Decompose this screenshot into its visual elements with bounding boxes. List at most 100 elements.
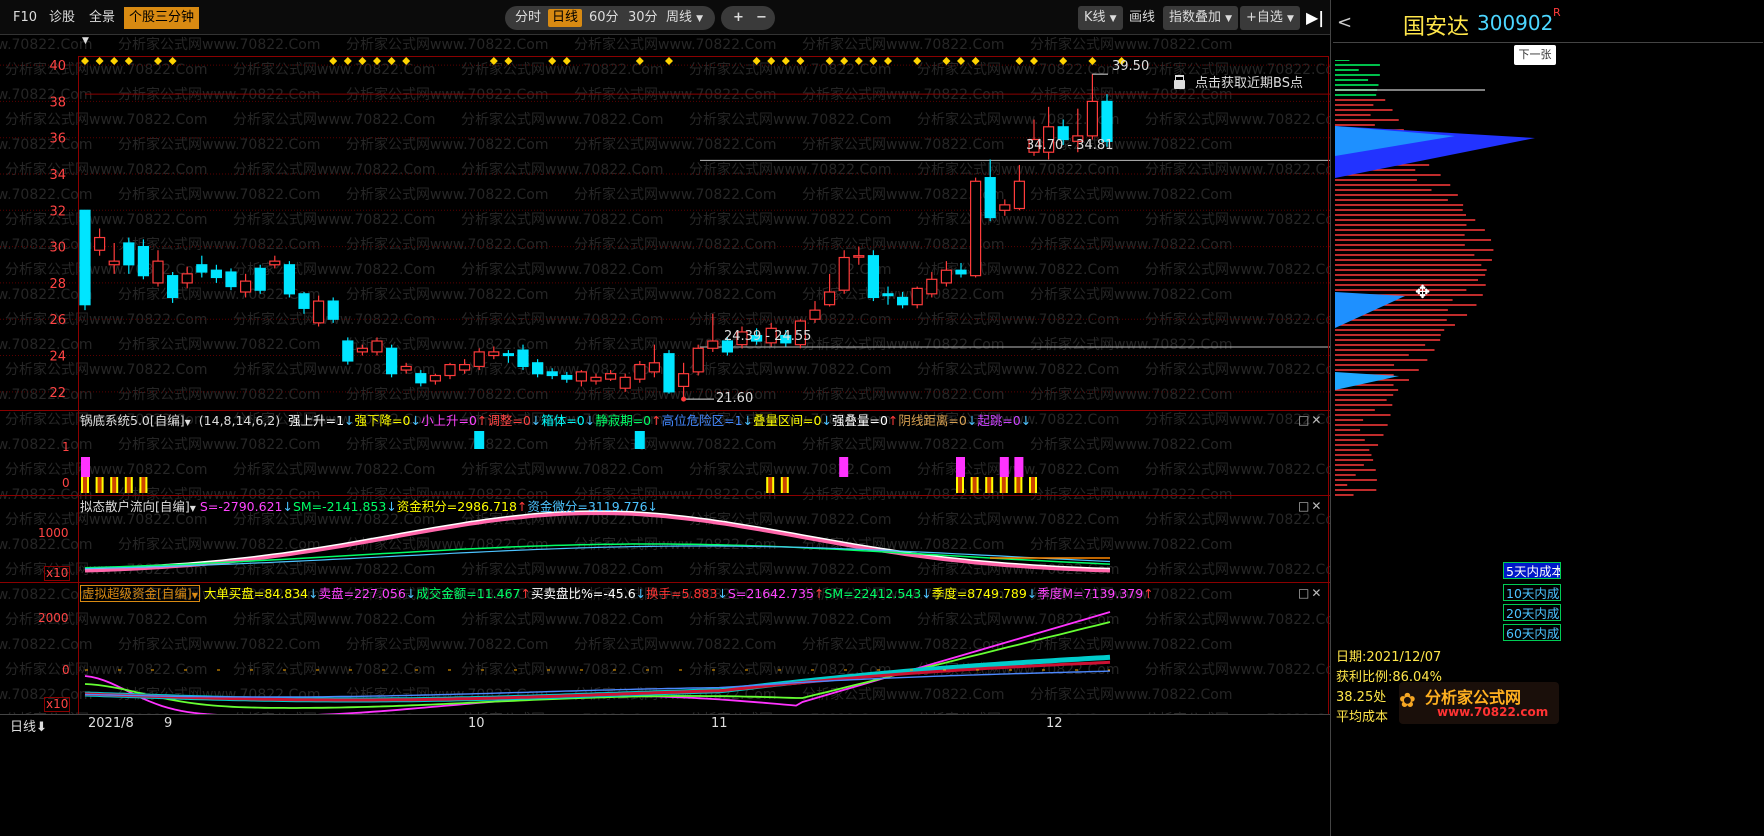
close-icon[interactable]: ✕ [1311, 586, 1321, 600]
candle-body [488, 351, 500, 357]
candle-body [867, 255, 880, 299]
signal-bar [987, 477, 992, 493]
candle-body [167, 275, 179, 299]
candle-body [823, 291, 836, 306]
watermark-text: 分析家公式网www.70822.Com [233, 161, 435, 178]
arrow-down-icon: ⬇ [36, 720, 47, 735]
trend-arrow-icon: ↓ [282, 499, 293, 514]
signal-bar [958, 477, 962, 493]
f10-button[interactable]: F10 [8, 7, 42, 29]
legend-5day-cost[interactable]: 5天内成本 [1503, 562, 1561, 579]
candle-body [283, 264, 295, 295]
candle-body [619, 376, 631, 389]
candle-body [196, 264, 208, 273]
fund-panel-controls[interactable]: □ ✕ [1298, 586, 1321, 600]
watermark-text: 分析家公式网www.70822.Com [0, 236, 92, 253]
y-tick-label: 28 [49, 277, 66, 292]
candle-body [502, 353, 514, 357]
y-tick-label: 22 [49, 386, 66, 401]
candle-body [517, 349, 529, 368]
bs-points-label: 点击获取近期BS点 [1195, 76, 1303, 91]
candle-body [371, 340, 383, 353]
divider [1333, 42, 1763, 43]
flow-panel-controls[interactable]: □ ✕ [1298, 499, 1321, 513]
candle-body [429, 374, 441, 382]
watermark-text: 分析家公式网www.70822.Com [233, 461, 435, 478]
watchlist-dropdown[interactable]: +自选 ▼ [1240, 6, 1300, 30]
tab-intraday[interactable]: 分时 [511, 9, 545, 27]
signal-bar [972, 477, 977, 493]
fund-panel-header: 虚拟超级资金[自编]▼ 大单买盘=84.834↓卖盘=227.056↓成交金额=… [80, 585, 1154, 603]
trend-arrow-icon: ↓ [386, 499, 397, 514]
chevron-down-icon[interactable]: ▼ [185, 418, 191, 427]
legend-10day-cost[interactable]: 10天内成本 [1503, 584, 1561, 601]
watermark-text: 分析家公式网www.70822.Com [346, 36, 548, 53]
signal-panel-controls[interactable]: □ ✕ [1298, 413, 1321, 427]
fund-values: 大单买盘=84.834↓卖盘=227.056↓成交金额=11.467↑买卖盘比%… [204, 586, 1154, 601]
watermark-text: 分析家公式网www.70822.Com [118, 636, 320, 653]
maximize-icon[interactable]: □ [1298, 413, 1309, 427]
period-label[interactable]: 日线⬇ [10, 716, 47, 735]
watermark-text: 分析家公式网www.70822.Com [118, 386, 320, 403]
three-minute-button[interactable]: 个股三分钟 [124, 7, 200, 29]
zoom-in-button[interactable]: + [729, 9, 748, 27]
chevron-down-icon[interactable]: ▼ [82, 36, 89, 46]
maximize-icon[interactable]: □ [1298, 586, 1309, 600]
watermark-text: 分析家公式网www.70822.Com [233, 611, 435, 628]
candle-body [181, 273, 193, 284]
watermark-text: 分析家公式网www.70822.Com [1030, 286, 1232, 303]
chevron-down-icon[interactable]: ▼ [190, 504, 196, 513]
legend-20day-cost[interactable]: 20天内成本 [1503, 604, 1561, 621]
candle-body [838, 256, 850, 291]
signal-bar [782, 477, 787, 493]
close-icon[interactable]: ✕ [1311, 499, 1321, 513]
bs-points-link[interactable]: 点击获取近期BS点 [1174, 75, 1303, 93]
collapse-panel-icon[interactable]: ▶| [1306, 8, 1324, 27]
watermark-text: 分析家公式网www.70822.Com [233, 111, 435, 128]
draw-line-button[interactable]: 画线 [1124, 7, 1160, 29]
overview-button[interactable]: 全景 [84, 7, 120, 29]
tab-daily[interactable]: 日线 [548, 9, 583, 27]
candle-body [955, 269, 967, 275]
watermark-text: 分析家公式网www.70822.Com [574, 36, 776, 53]
signal-bar [126, 477, 131, 493]
indicator-value: SM=-2141.853 [292, 499, 387, 514]
kline-type-dropdown[interactable]: K线 ▼ [1078, 6, 1123, 30]
trend-arrow-icon: ↓ [821, 413, 832, 428]
index-overlay-label: 指数叠加 [1169, 10, 1222, 25]
candle-body [313, 300, 325, 324]
fund-indicator-name[interactable]: 虚拟超级资金[自编]▼ [80, 585, 200, 602]
index-overlay-dropdown[interactable]: 指数叠加 ▼ [1163, 6, 1239, 30]
close-icon[interactable]: ✕ [1311, 413, 1321, 427]
diagnose-button[interactable]: 诊股 [44, 7, 80, 29]
candle-body [1013, 180, 1026, 210]
trend-arrow-icon: ↓ [584, 413, 596, 428]
signal-bar [768, 477, 773, 493]
tab-weekly[interactable]: 周线 ▼ [662, 9, 707, 27]
watermark-text: 分析家公式网www.70822.Com [461, 261, 663, 278]
maximize-icon[interactable]: □ [1298, 499, 1309, 513]
candle-body [677, 373, 690, 388]
candle-body [254, 267, 266, 291]
flow-indicator-name[interactable]: 拟态散户流向[自编] [80, 499, 190, 514]
tab-60min[interactable]: 60分 [585, 9, 623, 27]
chip-date: 日期:2021/12/07 [1336, 650, 1442, 665]
high-price-label: 39.50 [1112, 59, 1150, 74]
trend-arrow-icon: ↓ [635, 586, 647, 601]
move-cursor-icon: ✥ [1415, 282, 1431, 303]
tab-30min[interactable]: 30分 [624, 9, 662, 27]
legend-60day-cost[interactable]: 60天内成本 [1503, 624, 1561, 641]
watermark-text: 分析家公式网www.70822.Com [118, 536, 320, 553]
back-arrow-icon[interactable]: < [1337, 12, 1352, 33]
watermark-text: 分析家公式网www.70822.Com [5, 661, 207, 678]
watermark-text: 分析家公式网www.70822.Com [1145, 211, 1330, 228]
indicator-value: 箱体=0 [541, 413, 585, 428]
indicator-value: 起跳=0 [977, 413, 1021, 428]
zoom-out-button[interactable]: − [752, 9, 771, 27]
watermark-text: 分析家公式网www.70822.Com [461, 661, 663, 678]
candle-body [707, 340, 719, 349]
x-label: 2021/8 [88, 716, 134, 731]
signal-bar [83, 477, 87, 493]
signal-indicator-name[interactable]: 锅底系统5.0[自编] [80, 413, 185, 428]
watermark-text: 分析家公式网www.70822.Com [346, 236, 548, 253]
